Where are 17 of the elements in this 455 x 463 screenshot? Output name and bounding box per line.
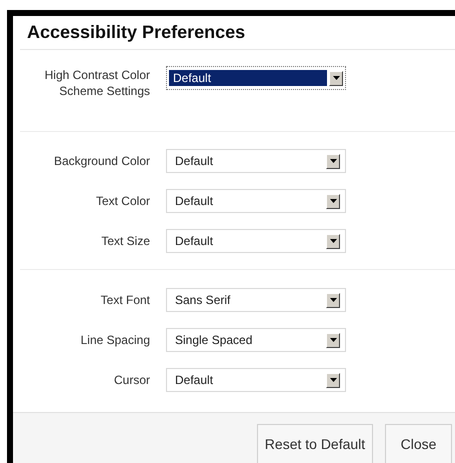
field-label: Text Size [100,233,150,249]
field-label: High Contrast Color Scheme Settings [44,67,150,99]
dropdown[interactable]: Default [166,229,346,253]
dropdown[interactable]: Sans Serif [166,288,346,312]
field-label: Cursor [112,372,150,388]
field-label: Text Color [94,193,150,209]
dropdown[interactable]: Default [166,368,346,392]
dropdown[interactable]: Default [166,66,346,90]
field-label: Background Color [52,153,150,169]
reset-button[interactable]: Reset to Default [257,424,373,463]
dropdown[interactable]: Default [166,149,346,173]
dialog-title: Accessibility Preferences [27,21,246,44]
close-button[interactable]: Close [385,424,452,463]
field-label: Text Font [100,292,150,308]
field-label: Line Spacing [80,332,150,348]
dropdown[interactable]: Single Spaced [166,328,346,352]
dropdown[interactable]: Default [166,189,346,213]
